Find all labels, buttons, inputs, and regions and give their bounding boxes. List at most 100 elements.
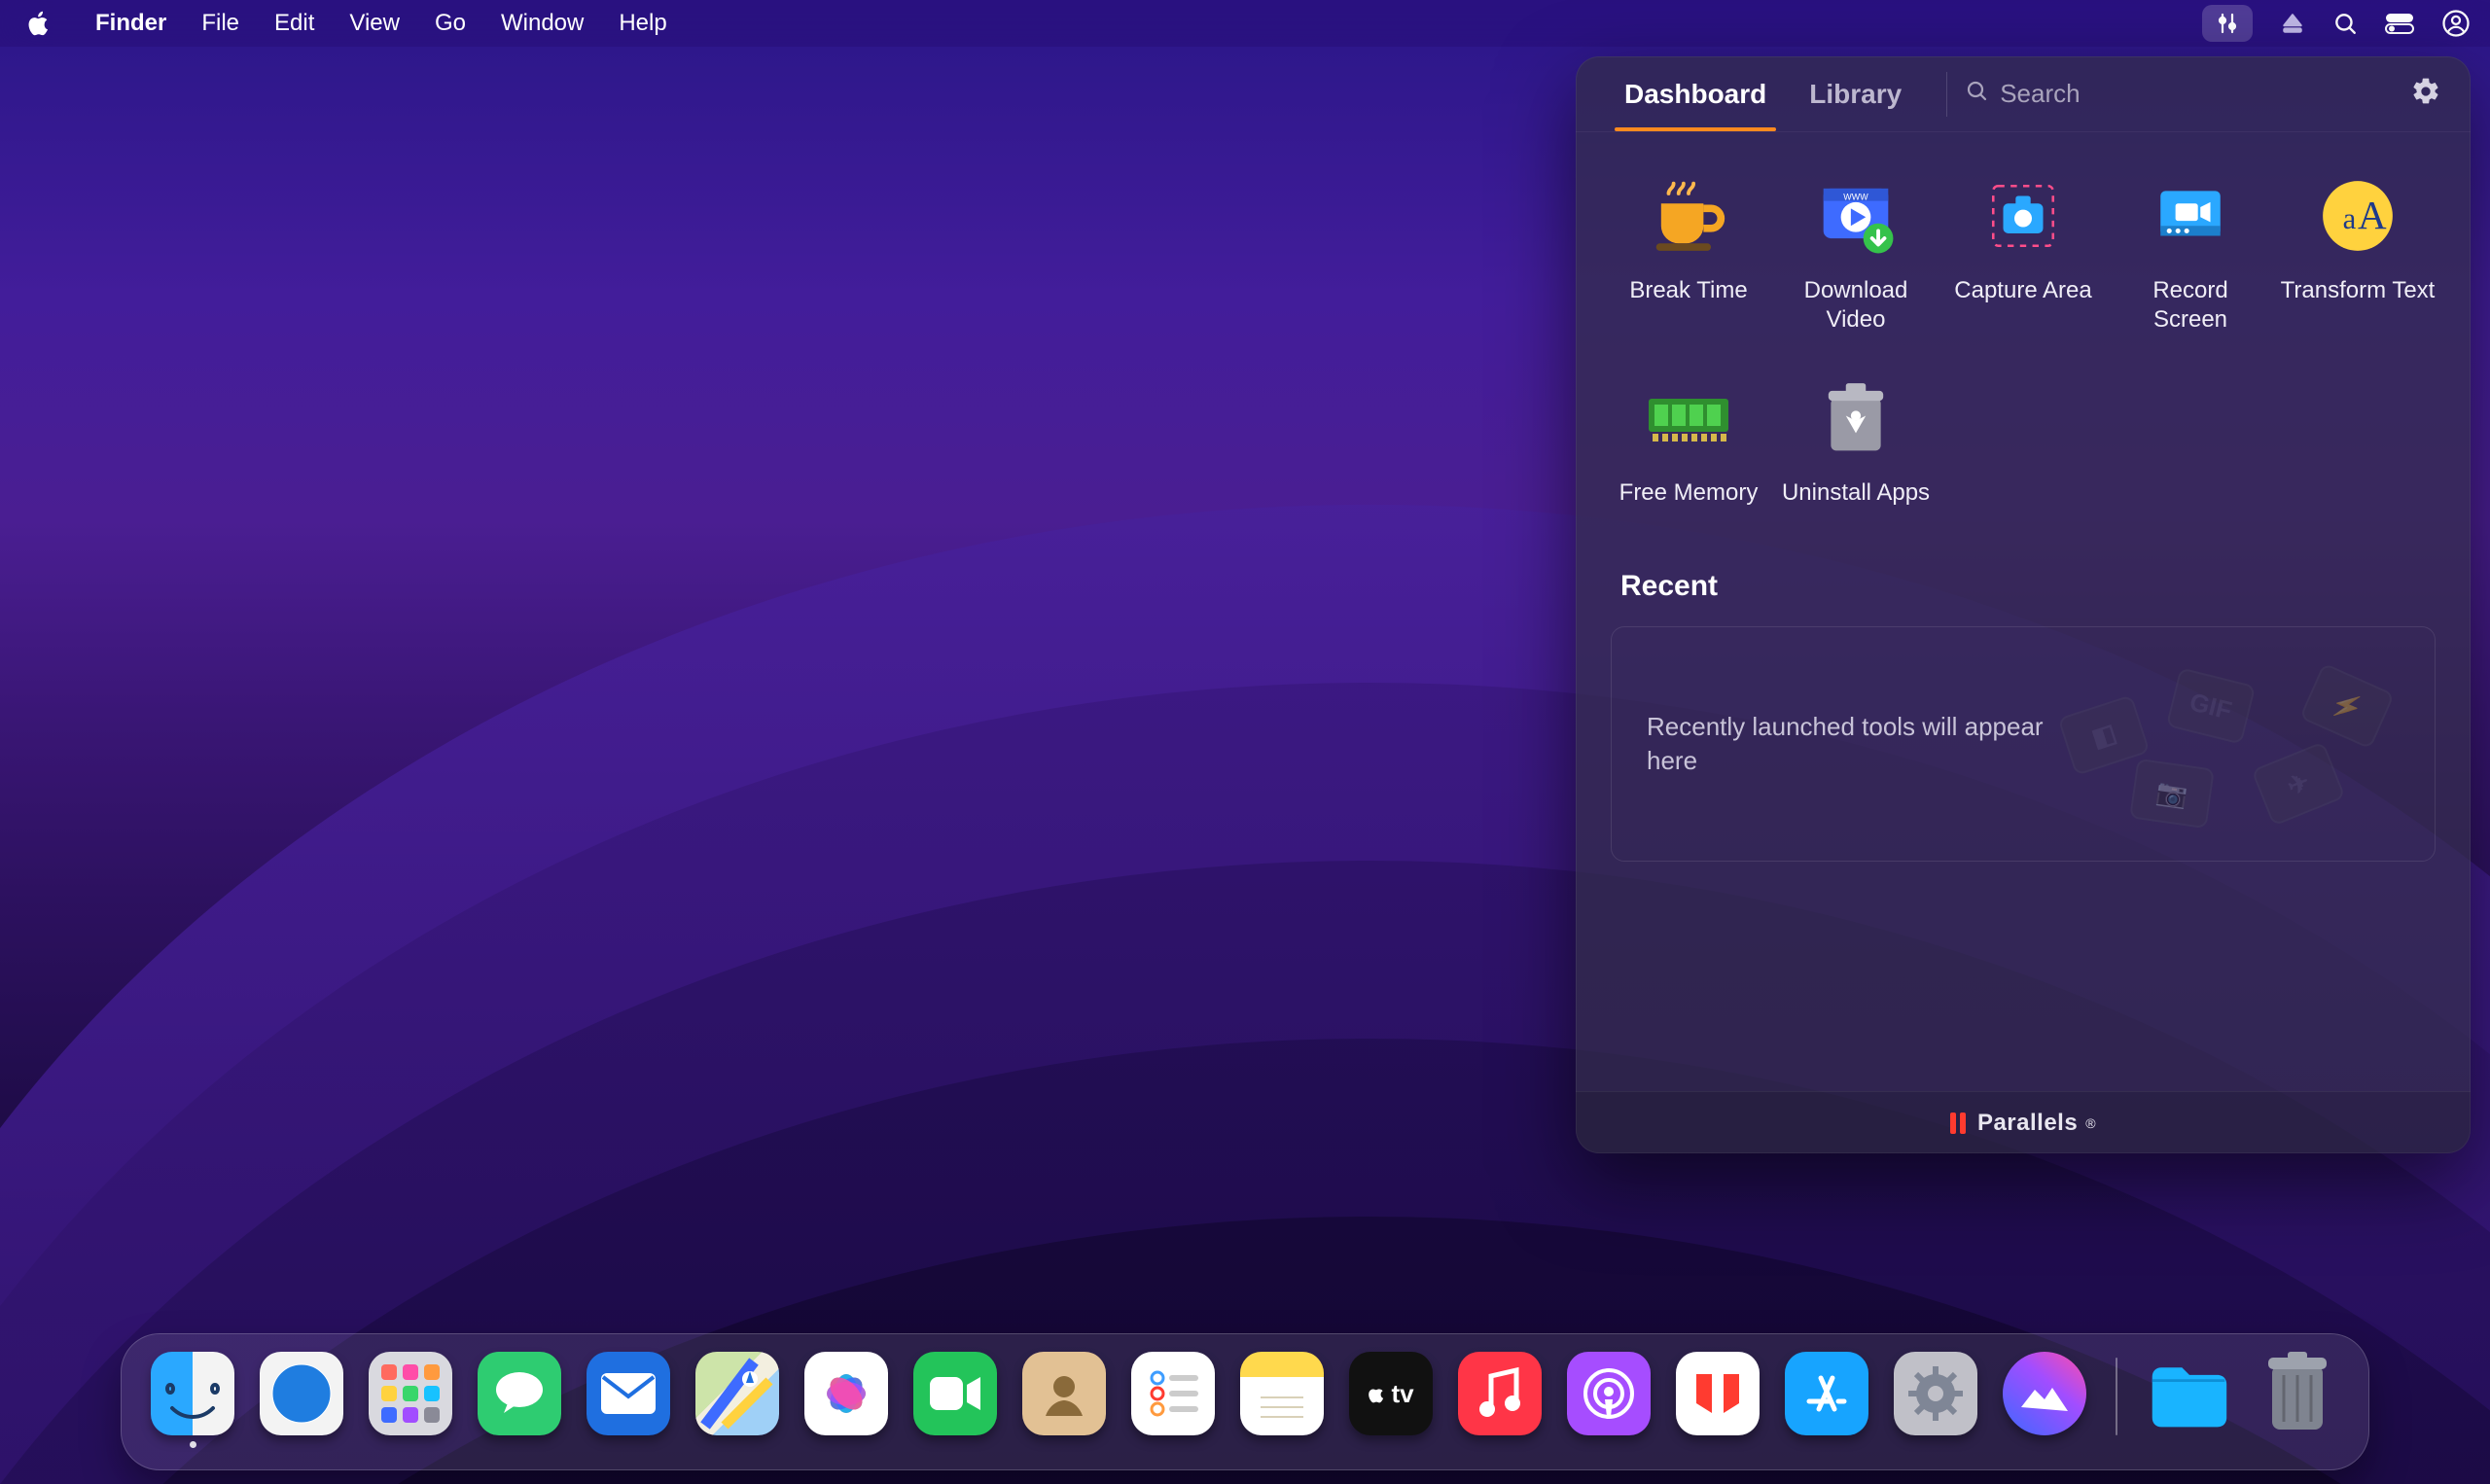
search-icon xyxy=(1965,79,1988,109)
svg-text:a: a xyxy=(2343,202,2357,235)
mail-icon xyxy=(587,1352,670,1435)
coffee-cup-icon xyxy=(1644,171,1733,261)
podcasts-icon xyxy=(1567,1352,1651,1435)
control-center-icon[interactable] xyxy=(2385,0,2414,47)
search-input[interactable] xyxy=(2000,79,2397,109)
reminders-icon xyxy=(1131,1352,1215,1435)
popover-body: Break Time WWW Download Video xyxy=(1576,132,2471,1091)
menu-view[interactable]: View xyxy=(332,0,417,47)
safari-icon xyxy=(260,1352,343,1435)
tool-label: Transform Text xyxy=(2281,276,2436,305)
dock-mail[interactable] xyxy=(587,1352,670,1448)
dock-downloads[interactable] xyxy=(2147,1352,2230,1448)
downloads-folder-icon xyxy=(2147,1352,2230,1435)
notes-icon xyxy=(1240,1352,1324,1435)
finder-icon xyxy=(151,1352,234,1435)
menu-bar: Finder File Edit View Go Window Help xyxy=(0,0,2490,47)
dock-messages[interactable] xyxy=(478,1352,561,1448)
record-screen-icon xyxy=(2146,171,2235,261)
music-icon xyxy=(1458,1352,1542,1435)
dock-tv[interactable]: tv xyxy=(1349,1352,1433,1448)
maps-icon xyxy=(695,1352,779,1435)
dock-news[interactable] xyxy=(1676,1352,1760,1448)
dock-app-store[interactable] xyxy=(1785,1352,1868,1448)
dock-safari[interactable] xyxy=(260,1352,343,1448)
tool-label: Download Video xyxy=(1804,276,1908,335)
app-store-icon xyxy=(1785,1352,1868,1435)
running-indicator xyxy=(190,1441,196,1448)
settings-button[interactable] xyxy=(2410,76,2441,112)
dock: tv xyxy=(121,1333,2369,1470)
footer-brand-label: Parallels xyxy=(1977,1110,2078,1137)
dock-facetime[interactable] xyxy=(913,1352,997,1448)
dock-music[interactable] xyxy=(1458,1352,1542,1448)
ram-chip-icon xyxy=(1644,373,1733,463)
tool-label: Free Memory xyxy=(1619,478,1759,508)
wallpaper-app-icon xyxy=(2003,1352,2086,1435)
parallels-menu-icon[interactable] xyxy=(2202,5,2253,42)
recent-placeholder-text: Recently launched tools will appear here xyxy=(1647,710,2055,778)
uninstall-apps-icon xyxy=(1811,373,1901,463)
tab-library[interactable]: Library xyxy=(1790,56,1921,131)
dock-maps[interactable] xyxy=(695,1352,779,1448)
parallels-popover: Dashboard Library xyxy=(1576,56,2471,1153)
tool-grid: Break Time WWW Download Video xyxy=(1611,171,2436,508)
recent-title: Recent xyxy=(1611,570,2436,603)
dock-photos[interactable] xyxy=(804,1352,888,1448)
tool-download-video[interactable]: WWW Download Video xyxy=(1778,171,1934,335)
tv-icon: tv xyxy=(1349,1352,1433,1435)
facetime-icon xyxy=(913,1352,997,1435)
tab-dashboard[interactable]: Dashboard xyxy=(1605,56,1786,131)
popover-header: Dashboard Library xyxy=(1576,56,2471,132)
menu-go[interactable]: Go xyxy=(417,0,483,47)
tool-record-screen[interactable]: Record Screen xyxy=(2113,171,2268,335)
spotlight-icon[interactable] xyxy=(2332,0,2358,47)
news-icon xyxy=(1676,1352,1760,1435)
user-fast-switch-icon[interactable] xyxy=(2441,0,2471,47)
dock-finder[interactable] xyxy=(151,1352,234,1448)
tool-break-time[interactable]: Break Time xyxy=(1611,171,1766,335)
svg-text:WWW: WWW xyxy=(1843,192,1868,201)
recent-placeholder-art: ◧ GIF ⚡ 📷 ✈ xyxy=(2055,666,2400,822)
photos-icon xyxy=(804,1352,888,1435)
launchpad-icon xyxy=(369,1352,452,1435)
eject-icon[interactable] xyxy=(2280,0,2305,47)
dock-system-prefs[interactable] xyxy=(1894,1352,1977,1448)
dock-launchpad[interactable] xyxy=(369,1352,452,1448)
transform-text-icon: a A xyxy=(2313,171,2402,261)
capture-area-icon xyxy=(1978,171,2068,261)
footer-reg-mark: ® xyxy=(2085,1115,2096,1131)
tool-uninstall-apps[interactable]: Uninstall Apps xyxy=(1778,373,1934,508)
tool-capture-area[interactable]: Capture Area xyxy=(1945,171,2101,335)
dock-trash[interactable] xyxy=(2256,1352,2339,1448)
system-prefs-icon xyxy=(1894,1352,1977,1435)
tab-dashboard-label: Dashboard xyxy=(1624,79,1766,110)
messages-icon xyxy=(478,1352,561,1435)
tool-label: Record Screen xyxy=(2113,276,2268,335)
tool-label: Break Time xyxy=(1629,276,1747,305)
tab-library-label: Library xyxy=(1809,79,1902,110)
dock-separator xyxy=(2116,1358,2117,1435)
search-field[interactable] xyxy=(1965,79,2397,109)
tool-label: Capture Area xyxy=(1954,276,2091,305)
dock-notes[interactable] xyxy=(1240,1352,1324,1448)
menu-file[interactable]: File xyxy=(184,0,257,47)
menu-help[interactable]: Help xyxy=(601,0,684,47)
popover-footer: Parallels ® xyxy=(1576,1091,2471,1153)
contacts-icon xyxy=(1022,1352,1106,1435)
tool-free-memory[interactable]: Free Memory xyxy=(1611,373,1766,508)
menu-app-name[interactable]: Finder xyxy=(78,0,184,47)
apple-menu-icon[interactable] xyxy=(27,11,53,36)
dock-contacts[interactable] xyxy=(1022,1352,1106,1448)
menu-edit[interactable]: Edit xyxy=(257,0,332,47)
trash-icon xyxy=(2256,1352,2339,1435)
parallels-logo-icon xyxy=(1950,1113,1966,1134)
tool-transform-text[interactable]: a A Transform Text xyxy=(2280,171,2436,335)
menu-window[interactable]: Window xyxy=(483,0,601,47)
svg-text:A: A xyxy=(2358,193,2387,237)
download-video-icon: WWW xyxy=(1811,171,1901,261)
dock-wallpaper-app[interactable] xyxy=(2003,1352,2086,1448)
recent-box: Recently launched tools will appear here… xyxy=(1611,626,2436,862)
dock-reminders[interactable] xyxy=(1131,1352,1215,1448)
dock-podcasts[interactable] xyxy=(1567,1352,1651,1448)
